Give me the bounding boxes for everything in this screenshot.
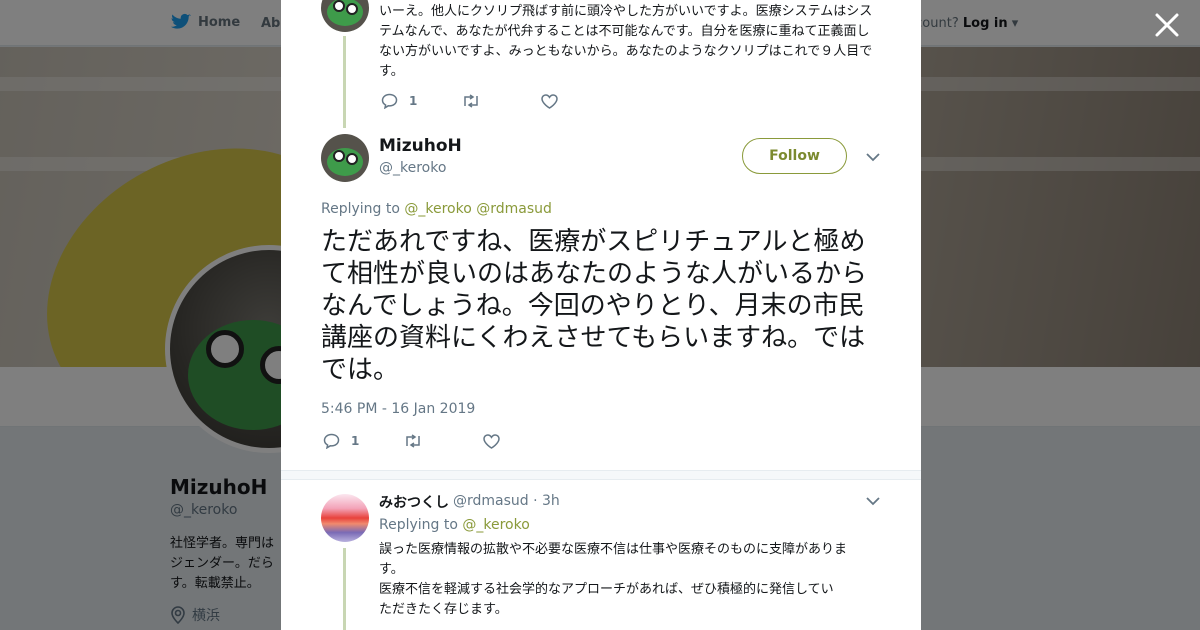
main-tweet-name[interactable]: MizuhoH: [379, 136, 462, 156]
reply-handle-time[interactable]: @rdmasud · 3h: [453, 493, 560, 509]
avatar-frog-eye: [346, 3, 358, 15]
like-button[interactable]: [483, 433, 563, 449]
replying-mentions[interactable]: @_keroko @rdmasud: [404, 201, 552, 217]
follow-button[interactable]: Follow: [742, 138, 847, 174]
reply-count: 1: [351, 434, 360, 448]
main-replying-to: Replying to @_keroko @rdmasud: [321, 201, 552, 217]
reply-text-line: 誤った医療情報の拡散や不必要な医療不信は仕事や医療そのものに支障がありま: [379, 542, 848, 557]
avatar-frog-eye: [333, 0, 345, 12]
main-tweet-timestamp[interactable]: 5:46 PM - 16 Jan 2019: [321, 401, 475, 417]
retweet-icon: [464, 94, 478, 108]
reply-button[interactable]: 1: [381, 93, 461, 109]
reply-replying-to: Replying to @_keroko: [379, 517, 530, 533]
reply-author-name[interactable]: みおつくし: [379, 492, 449, 512]
retweet-button[interactable]: [403, 434, 483, 448]
thread-prev-actions: 1: [381, 93, 621, 109]
replying-label: Replying to: [379, 517, 458, 533]
reply-avatar[interactable]: [321, 494, 369, 542]
close-icon[interactable]: [1154, 12, 1180, 38]
chevron-down-icon[interactable]: [866, 152, 880, 162]
heart-icon: [483, 433, 500, 449]
main-tweet-handle[interactable]: @_keroko: [379, 160, 446, 176]
avatar-frog-eye: [333, 150, 345, 162]
thread-connector-line: [343, 548, 346, 630]
reply-text-line: ただきたく存じます。: [379, 602, 508, 617]
reply-text-line: 医療不信を軽減する社会学的なアプローチがあれば、ぜひ積極的に発信してい: [379, 582, 834, 597]
thread-prev-text: いーえ。他人にクソリプ飛ばす前に頭冷やした方がいいですよ。医療システムはシステム…: [379, 4, 873, 79]
replies-divider: [281, 470, 921, 480]
retweet-icon: [406, 434, 420, 448]
reply-button[interactable]: 1: [323, 433, 403, 449]
avatar-frog-eye: [346, 153, 358, 165]
thread-prev-avatar[interactable]: [321, 0, 369, 32]
main-tweet-actions: 1: [323, 433, 563, 449]
reply-text: 誤った医療情報の拡散や不必要な医療不信は仕事や医療そのものに支障がありま す。 …: [379, 540, 879, 620]
main-tweet-avatar[interactable]: [321, 134, 369, 182]
chevron-down-icon[interactable]: [866, 496, 880, 506]
reply-count: 1: [409, 94, 418, 108]
retweet-button[interactable]: [461, 94, 541, 108]
replying-label: Replying to: [321, 201, 400, 217]
main-tweet-text: ただあれですね、医療がスピリチュアルと極めて相性が良いのはあなたのような人がいる…: [321, 227, 868, 385]
tweet-modal: いーえ。他人にクソリプ飛ばす前に頭冷やした方がいいですよ。医療システムはシステム…: [281, 0, 921, 630]
thread-connector-line: [343, 36, 346, 128]
replying-mentions[interactable]: @_keroko: [462, 517, 529, 533]
reply-icon: [323, 433, 340, 449]
heart-icon: [541, 93, 558, 109]
reply-icon: [381, 93, 398, 109]
avatar-frog-face: [327, 148, 363, 176]
like-button[interactable]: [541, 93, 621, 109]
reply-text-line: す。: [379, 562, 404, 577]
